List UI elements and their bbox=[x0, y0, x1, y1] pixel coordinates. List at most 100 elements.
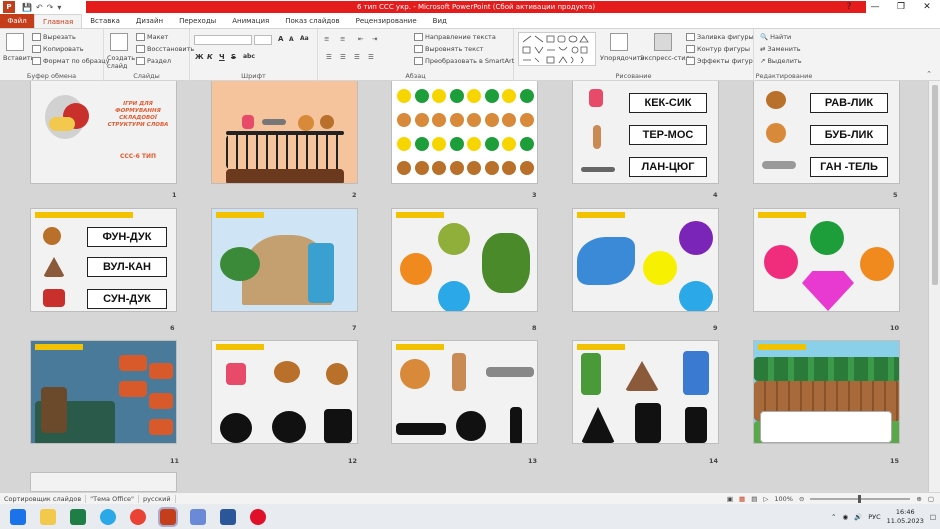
select-button[interactable]: ↗ Выделить bbox=[760, 57, 802, 65]
layout-button[interactable]: Макет bbox=[136, 33, 168, 41]
slide-thumbnail-7[interactable] bbox=[211, 208, 358, 312]
justify-icon[interactable]: ☰ bbox=[368, 53, 374, 61]
customize-qat-icon[interactable]: ▾ bbox=[57, 3, 61, 12]
vertical-scrollbar[interactable] bbox=[928, 81, 940, 492]
volume-icon[interactable]: 🔊 bbox=[854, 513, 862, 521]
slide-thumbnail-1[interactable]: ІГРИ ДЛЯ ФОРМУВАННЯ СКЛАДОВОЇ СТРУКТУРИ … bbox=[30, 81, 177, 184]
text-direction-button[interactable]: Направление текста bbox=[414, 33, 496, 41]
paste-icon[interactable] bbox=[6, 33, 24, 51]
shape-effects-button[interactable]: Эффекты фигур bbox=[686, 57, 753, 65]
slide-thumbnail-4[interactable]: КЕК-СИК ТЕР-МОС ЛАН-ЦЮГ bbox=[572, 81, 719, 184]
italic-button[interactable]: К bbox=[207, 53, 213, 61]
paste-button[interactable]: Вставить bbox=[3, 54, 34, 62]
find-button[interactable]: 🔍 Найти bbox=[760, 33, 791, 41]
close-button[interactable]: ✕ bbox=[914, 0, 940, 14]
minimize-button[interactable]: — bbox=[862, 0, 888, 14]
shape-fill-button[interactable]: Заливка фигуры bbox=[686, 33, 754, 41]
tray-chevron-icon[interactable]: ⌃ bbox=[831, 513, 836, 521]
start-icon[interactable] bbox=[10, 508, 26, 525]
grow-font-button[interactable]: A bbox=[278, 35, 283, 43]
help-button[interactable]: ? bbox=[836, 0, 862, 14]
arrange-icon[interactable] bbox=[610, 33, 628, 51]
strikethrough-button[interactable]: S bbox=[231, 53, 236, 61]
notifications-icon[interactable]: □ bbox=[930, 513, 936, 521]
redo-icon[interactable]: ↷ bbox=[47, 3, 54, 12]
increase-indent-icon[interactable]: ⇥ bbox=[372, 35, 377, 43]
slide-thumbnail-9[interactable] bbox=[572, 208, 719, 312]
decrease-indent-icon[interactable]: ⇤ bbox=[358, 35, 363, 43]
tab-insert[interactable]: Вставка bbox=[82, 14, 128, 28]
slide-thumbnail-12[interactable] bbox=[211, 340, 358, 444]
slide-thumbnail-16[interactable] bbox=[30, 472, 177, 492]
scroll-thumb[interactable] bbox=[932, 85, 938, 285]
slide-thumbnail-8[interactable] bbox=[391, 208, 538, 312]
powerpoint-taskbar-icon[interactable] bbox=[158, 506, 178, 527]
chrome-icon[interactable] bbox=[130, 508, 146, 525]
slide-thumbnail-14[interactable] bbox=[572, 340, 719, 444]
clear-format-button[interactable]: Aa bbox=[300, 35, 309, 42]
tab-design[interactable]: Дизайн bbox=[128, 14, 171, 28]
reading-view-icon[interactable]: ▤ bbox=[751, 495, 757, 503]
section-button[interactable]: Раздел bbox=[136, 57, 171, 65]
bullets-icon[interactable]: ≡ bbox=[324, 35, 329, 43]
align-left-icon[interactable]: ☰ bbox=[326, 53, 332, 61]
underline-button[interactable]: Ч bbox=[219, 53, 225, 61]
align-text-button[interactable]: Выровнять текст bbox=[414, 45, 483, 53]
slide-sorter-icon[interactable]: ▦ bbox=[739, 495, 745, 503]
normal-view-icon[interactable]: ▣ bbox=[727, 495, 733, 503]
zoom-slider-thumb[interactable] bbox=[858, 494, 862, 503]
bold-button[interactable]: Ж bbox=[195, 53, 204, 61]
slide-thumbnail-11[interactable] bbox=[30, 340, 177, 444]
clock[interactable]: 16:46 11.05.2023 bbox=[887, 508, 924, 526]
format-painter-button[interactable]: Формат по образцу bbox=[32, 57, 110, 65]
keyboard-language[interactable]: РУС bbox=[868, 513, 880, 521]
collapse-ribbon-icon[interactable]: ⌃ bbox=[926, 70, 932, 78]
arrange-button[interactable]: Упорядочить bbox=[600, 54, 644, 62]
tab-slideshow[interactable]: Показ слайдов bbox=[277, 14, 347, 28]
smartart-button[interactable]: Преобразовать в SmartArt bbox=[414, 57, 514, 65]
tab-home[interactable]: Главная bbox=[34, 14, 83, 28]
zoom-out-icon[interactable]: ⊝ bbox=[799, 495, 804, 503]
tab-animations[interactable]: Анимация bbox=[224, 14, 277, 28]
slide-thumbnail-5[interactable]: РАВ-ЛИК БУБ-ЛИК ГАН -ТЕЛЬ bbox=[753, 81, 900, 184]
undo-icon[interactable]: ↶ bbox=[36, 3, 43, 12]
slide-thumbnail-6[interactable]: ФУН-ДУК ВУЛ-КАН СУН-ДУК bbox=[30, 208, 177, 312]
replace-button[interactable]: ⇄ Заменить bbox=[760, 45, 801, 53]
file-explorer-icon[interactable] bbox=[40, 508, 56, 525]
slideshow-icon[interactable]: ▷ bbox=[763, 495, 768, 503]
word-icon[interactable] bbox=[220, 508, 236, 525]
zoom-level[interactable]: 100% bbox=[774, 495, 793, 503]
zoom-in-icon[interactable]: ⊕ bbox=[916, 495, 921, 503]
telegram-icon[interactable] bbox=[100, 508, 116, 525]
excel-icon[interactable] bbox=[70, 508, 86, 525]
shrink-font-button[interactable]: A bbox=[289, 36, 294, 43]
save-icon[interactable]: 💾 bbox=[22, 3, 32, 12]
tab-view[interactable]: Вид bbox=[425, 14, 455, 28]
cut-button[interactable]: Вырезать bbox=[32, 33, 76, 41]
slide-thumbnail-10[interactable] bbox=[753, 208, 900, 312]
opera-icon[interactable] bbox=[250, 508, 266, 525]
font-size-combo[interactable] bbox=[254, 35, 272, 45]
align-right-icon[interactable]: ☰ bbox=[354, 53, 360, 61]
zoom-slider[interactable] bbox=[810, 494, 911, 503]
language-status[interactable]: русский bbox=[139, 494, 176, 503]
network-icon[interactable]: ◉ bbox=[842, 513, 848, 521]
shape-outline-button[interactable]: Контур фигуры bbox=[686, 45, 750, 53]
slide-thumbnail-2[interactable] bbox=[211, 81, 358, 184]
tab-review[interactable]: Рецензирование bbox=[348, 14, 425, 28]
app-icon[interactable] bbox=[190, 508, 206, 525]
shadow-button[interactable]: abc bbox=[243, 53, 255, 60]
new-slide-icon[interactable] bbox=[110, 33, 128, 51]
slide-thumbnail-3[interactable] bbox=[391, 81, 538, 184]
font-name-combo[interactable] bbox=[194, 35, 252, 45]
slide-thumbnail-15[interactable] bbox=[753, 340, 900, 444]
fit-to-window-icon[interactable]: ▢ bbox=[928, 495, 934, 503]
shapes-gallery[interactable] bbox=[518, 32, 596, 66]
tab-file[interactable]: Файл bbox=[0, 14, 34, 28]
slide-thumbnail-13[interactable] bbox=[391, 340, 538, 444]
new-slide-button[interactable]: Создать слайд bbox=[107, 54, 135, 70]
restore-button[interactable]: ❐ bbox=[888, 0, 914, 14]
reset-button[interactable]: Восстановить bbox=[136, 45, 194, 53]
align-center-icon[interactable]: ☰ bbox=[340, 53, 346, 61]
tab-transitions[interactable]: Переходы bbox=[171, 14, 224, 28]
